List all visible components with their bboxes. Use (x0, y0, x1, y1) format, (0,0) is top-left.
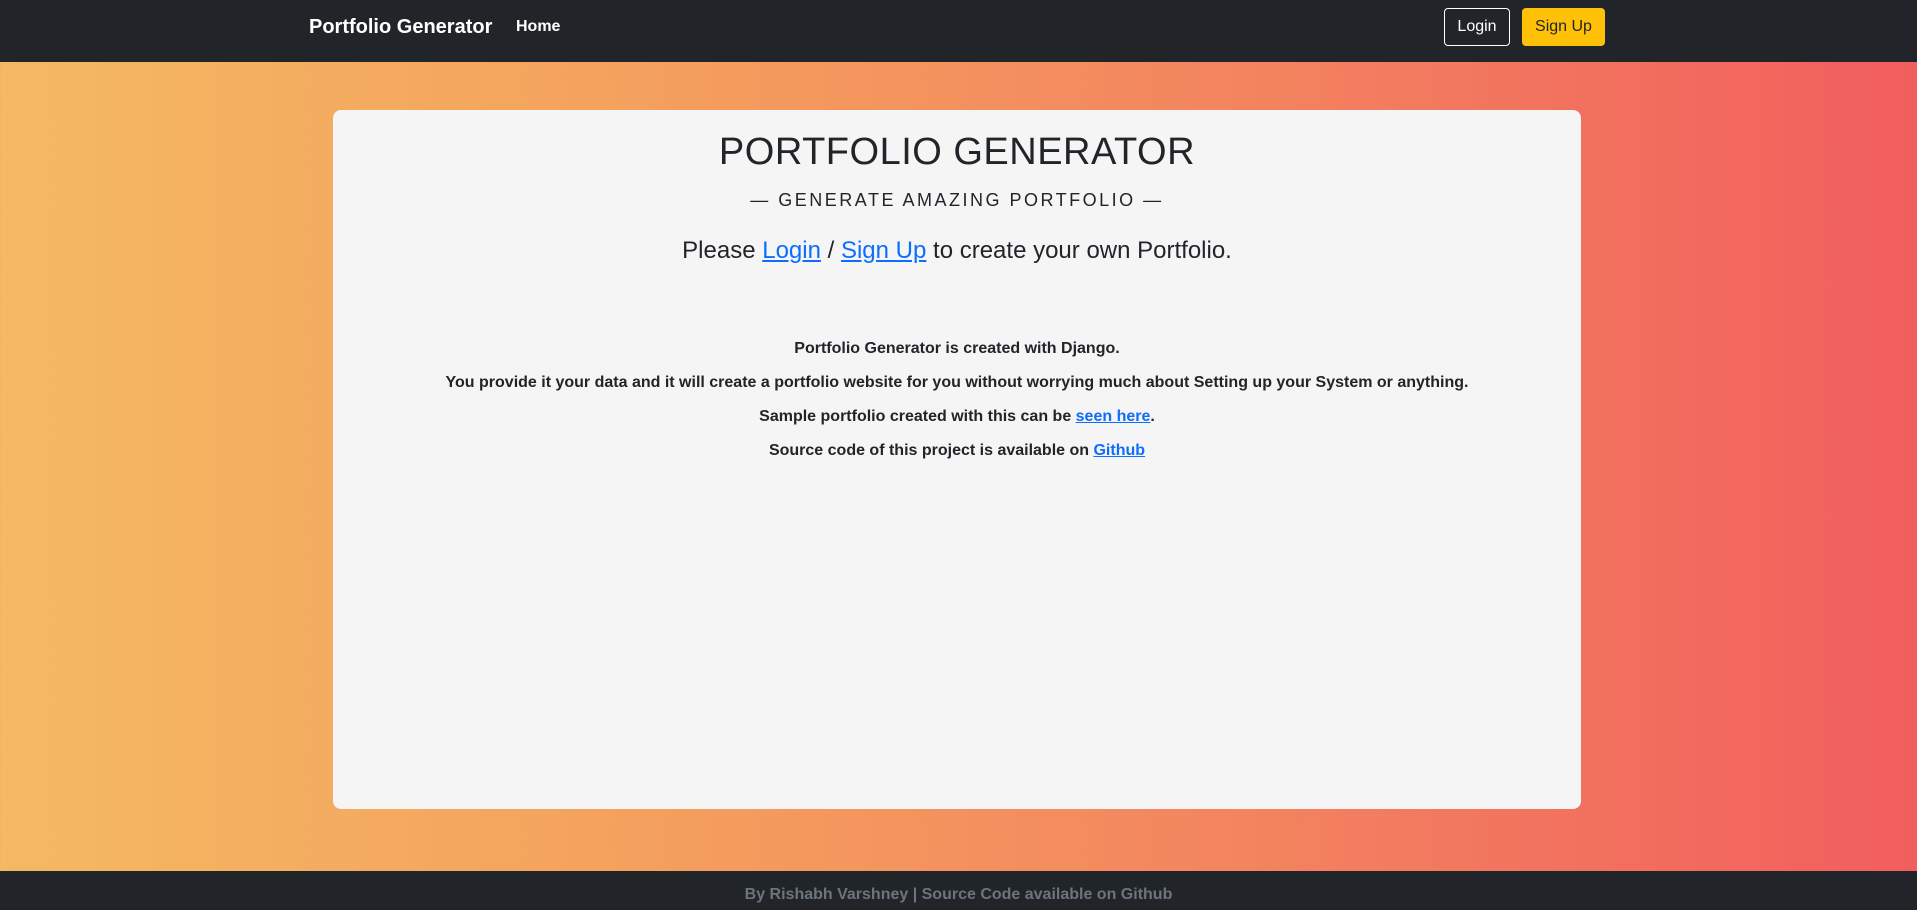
info-source-text: Source code of this project is available… (768, 442, 1094, 459)
github-link[interactable]: Github (1093, 442, 1145, 459)
sample-portfolio-link[interactable]: seen here (1076, 408, 1151, 425)
signup-button[interactable]: Sign Up (1522, 8, 1605, 46)
auth-prompt: Please Login / Sign Up to create your ow… (333, 236, 1581, 266)
nav-link-home[interactable]: Home (516, 0, 560, 54)
page-footer: By Rishabh Varshney | Source Code availa… (0, 871, 1917, 910)
auth-prompt-suffix: to create your own Portfolio. (926, 237, 1232, 264)
signup-link[interactable]: Sign Up (841, 237, 926, 264)
info-sample-period: . (1150, 408, 1155, 425)
top-navbar: Portfolio Generator Home Login Sign Up (0, 0, 1917, 62)
page-title: PORTFOLIO GENERATOR (718, 131, 1196, 173)
page-subtitle: — GENERATE AMAZING PORTFOLIO — (750, 190, 1164, 210)
navbar-brand[interactable]: Portfolio Generator (309, 0, 492, 54)
main-card: PORTFOLIO GENERATOR — GENERATE AMAZING P… (333, 110, 1581, 809)
auth-prompt-separator: / (820, 237, 841, 264)
info-sample: Sample portfolio created with this can b… (333, 407, 1581, 427)
login-button[interactable]: Login (1444, 8, 1510, 46)
info-sample-text: Sample portfolio created with this can b… (759, 408, 1076, 425)
info-django: Portfolio Generator is created with Djan… (794, 340, 1120, 357)
login-link[interactable]: Login (762, 237, 821, 264)
info-description: You provide it your data and it will cre… (445, 374, 1469, 391)
auth-prompt-prefix: Please (682, 237, 763, 264)
info-source: Source code of this project is available… (333, 441, 1581, 461)
